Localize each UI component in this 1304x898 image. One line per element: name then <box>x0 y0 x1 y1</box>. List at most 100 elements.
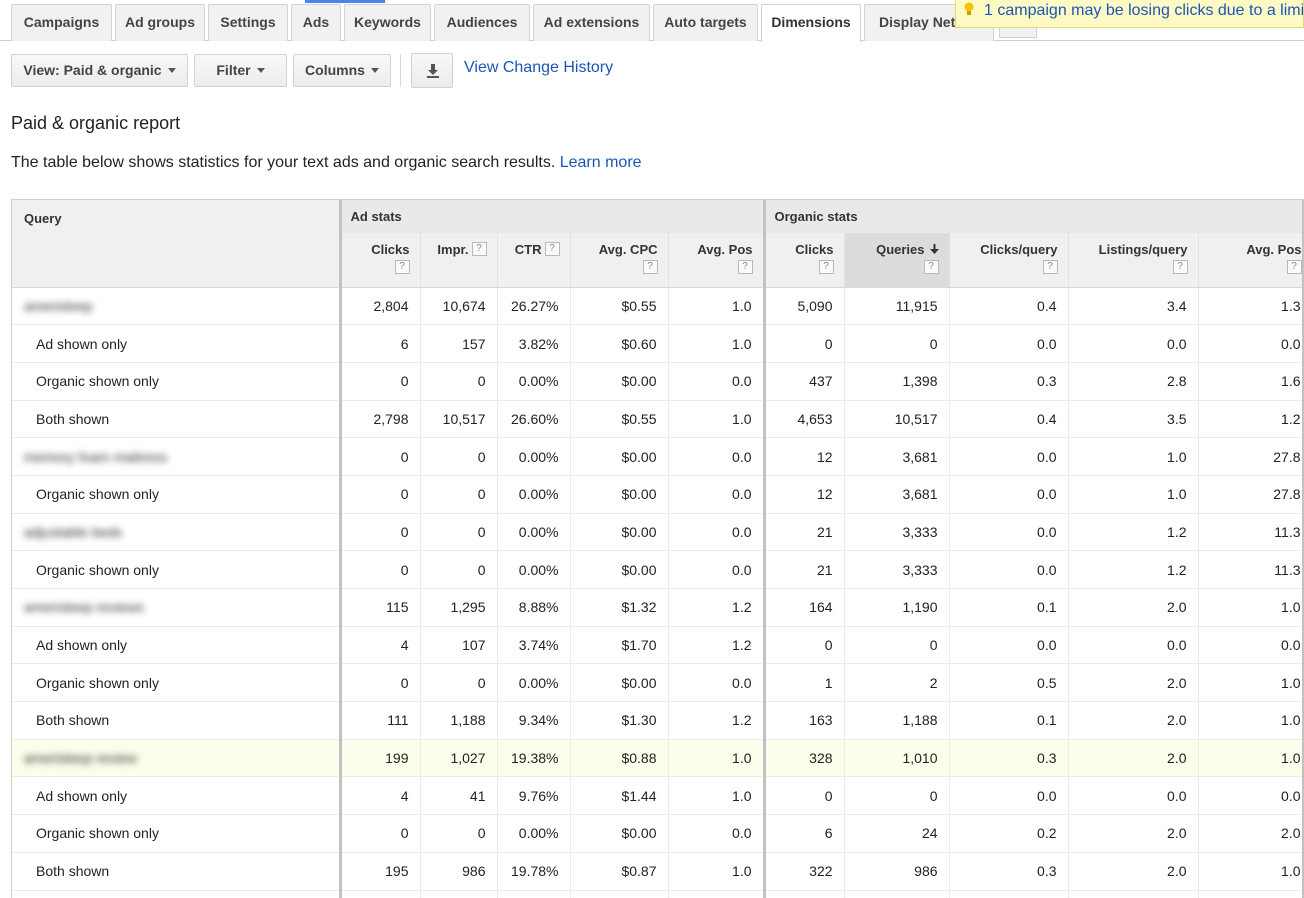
table-cell <box>570 890 669 898</box>
query-cell-redacted: amerisleep review <box>12 739 341 778</box>
tab-campaigns[interactable]: Campaigns <box>11 4 112 41</box>
help-icon[interactable]: ? <box>737 260 753 274</box>
tab-audiences[interactable]: Audiences <box>434 4 530 41</box>
table-cell: 1.0 <box>668 739 765 778</box>
tab-more-stub <box>999 28 1037 38</box>
column-header-query[interactable]: Query <box>12 200 340 288</box>
columns-dropdown-button[interactable]: Columns <box>293 54 391 87</box>
column-header-ad-ctr[interactable]: CTR? <box>497 233 571 288</box>
column-header-ad-avg-cpc[interactable]: Avg. CPC? <box>570 233 669 288</box>
table-cell: 0.0 <box>668 362 765 401</box>
table-cell: 10,674 <box>420 287 498 326</box>
alert-notice-text[interactable]: 1 campaign may be losing clicks due to a… <box>984 2 1303 19</box>
filter-dropdown-button[interactable]: Filter <box>194 54 287 87</box>
column-header-organic-queries[interactable]: Queries? <box>844 233 950 288</box>
tab-keywords[interactable]: Keywords <box>344 4 431 41</box>
table-cell: 0.00% <box>497 550 571 589</box>
table-cell: 328 <box>762 739 845 778</box>
learn-more-link[interactable]: Learn more <box>560 154 642 171</box>
table-cell: $0.00 <box>570 437 669 476</box>
sort-descending-icon <box>929 242 939 257</box>
table-row: Ad shown only 4 107 3.74% $1.70 1.2 0 0 0.0 0.0 0.… <box>12 626 1304 665</box>
redacted-query-text: amerisleep <box>24 297 93 314</box>
help-icon[interactable]: ? <box>1172 260 1188 274</box>
help-icon[interactable]: ? <box>818 260 834 274</box>
toolbar-divider <box>400 54 401 87</box>
table-cell: 195 <box>338 852 421 891</box>
table-cell: 0.0 <box>949 776 1069 816</box>
tab-ad-extensions[interactable]: Ad extensions <box>533 4 650 41</box>
table-cell: 1.0 <box>668 852 765 891</box>
tab-ads[interactable]: Ads <box>291 4 341 41</box>
table-cell: 0.0 <box>668 814 765 853</box>
view-change-history-link[interactable]: View Change History <box>464 59 613 77</box>
table-cell: 21 <box>762 550 845 589</box>
segment-cell: Both shown <box>12 701 341 740</box>
report-description: The table below shows statistics for you… <box>11 154 642 172</box>
tab-settings[interactable]: Settings <box>208 4 288 41</box>
table-cell: 163 <box>762 701 845 740</box>
table-cell: 2.0 <box>1068 588 1199 627</box>
table-cell: $0.60 <box>570 324 669 363</box>
help-icon[interactable]: ? <box>1286 260 1302 274</box>
table-cell: 986 <box>420 852 498 891</box>
table-cell: 0.0 <box>949 513 1069 552</box>
table-cell: 6 <box>762 814 845 853</box>
tab-auto-targets[interactable]: Auto targets <box>653 4 758 41</box>
column-header-ad-impr[interactable]: Impr.? <box>420 233 498 288</box>
column-header-organic-clicks[interactable]: Clicks? <box>762 233 845 288</box>
help-icon[interactable]: ? <box>642 260 658 274</box>
table-row: Both shown 2,798 10,517 26.60% $0.55 1.0 4,653… <box>12 400 1304 439</box>
table-cell: $1.30 <box>570 701 669 740</box>
table-cell: 0 <box>420 814 498 853</box>
table-cell: 1.6 <box>1198 362 1304 401</box>
tab-bar: Campaigns Ad groups Settings Ads Keyword… <box>0 0 1304 42</box>
segment-label: Organic shown only <box>36 486 159 503</box>
redacted-query-text: adjustable beds <box>24 523 123 540</box>
help-icon[interactable]: ? <box>394 260 410 274</box>
table-cell: 0.4 <box>949 287 1069 326</box>
table-cell: 1.0 <box>1068 475 1199 514</box>
column-header-organic-clicks-query[interactable]: Clicks/query? <box>949 233 1069 288</box>
table-row: Ad shown only 4 41 9.76% $1.44 1.0 0 0 0.0 0.0 0.0 <box>12 776 1304 816</box>
table-cell: 1.0 <box>668 324 765 363</box>
table-cell: 0 <box>420 513 498 552</box>
alert-notice[interactable]: 1 campaign may be losing clicks due to a… <box>955 0 1304 28</box>
download-button[interactable] <box>411 53 453 88</box>
table-cell: 1.2 <box>668 626 765 665</box>
column-header-organic-avg-pos[interactable]: Avg. Pos? <box>1198 233 1304 288</box>
query-cell-redacted: memory foam mattress <box>12 437 341 476</box>
table-cell: 0.0 <box>668 663 765 703</box>
help-icon[interactable]: ? <box>1042 260 1058 274</box>
table-cell <box>844 890 950 898</box>
table-cell: 0.0 <box>668 550 765 589</box>
help-icon[interactable]: ? <box>471 242 487 256</box>
column-header-organic-listings-query[interactable]: Listings/query? <box>1068 233 1199 288</box>
table-cell: 1,010 <box>844 739 950 778</box>
table-cell: 9.34% <box>497 701 571 740</box>
table-cell: 10,517 <box>844 400 950 439</box>
column-header-ad-avg-pos[interactable]: Avg. Pos? <box>668 233 765 288</box>
table-cell: 0.5 <box>949 663 1069 703</box>
table-cell: 115 <box>338 588 421 627</box>
table-cell: 0 <box>338 437 421 476</box>
column-header-label: Listings/query <box>1098 242 1188 257</box>
tab-ad-groups[interactable]: Ad groups <box>115 4 205 41</box>
help-icon[interactable]: ? <box>544 242 560 256</box>
chevron-down-icon <box>370 68 379 73</box>
segment-cell: Both shown <box>12 400 341 439</box>
table-cell: 0.00% <box>497 475 571 514</box>
tab-dimensions[interactable]: Dimensions <box>761 4 861 42</box>
table-cell: 24 <box>844 814 950 853</box>
segment-label: Organic shown only <box>36 561 159 578</box>
table-cell: 986 <box>844 852 950 891</box>
table-cell: 27.8 <box>1198 437 1304 476</box>
table-cell: 19.38% <box>497 739 571 778</box>
column-header-ad-clicks[interactable]: Clicks? <box>338 233 421 288</box>
segment-label: Ad shown only <box>36 335 128 352</box>
view-dropdown-button[interactable]: View: Paid & organic <box>11 54 188 87</box>
help-icon[interactable]: ? <box>923 260 939 274</box>
table-cell: 0.0 <box>949 324 1069 363</box>
table-cell <box>668 890 765 898</box>
table-cell: 1.2 <box>668 588 765 627</box>
